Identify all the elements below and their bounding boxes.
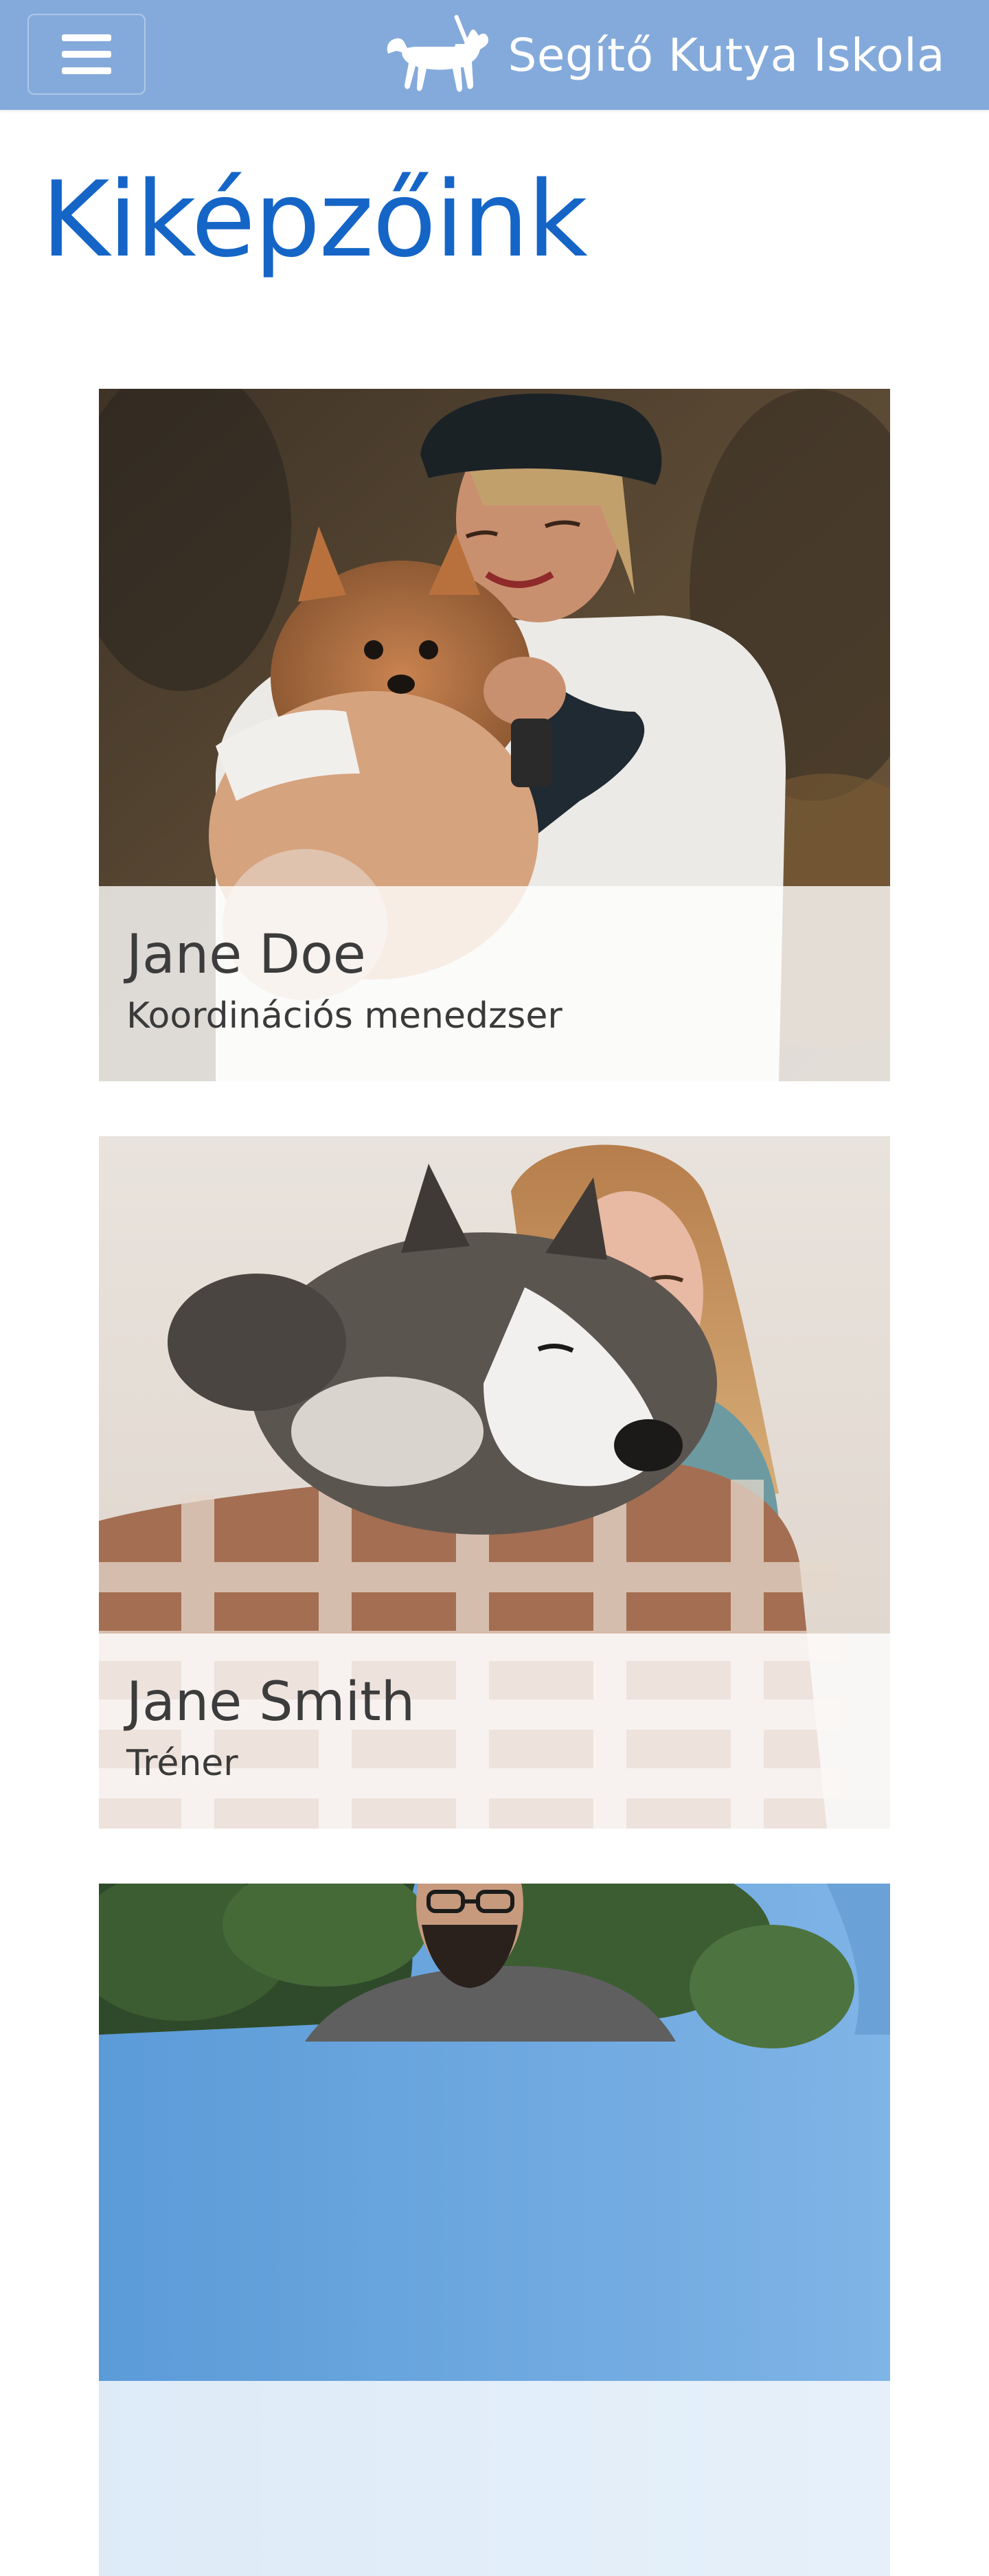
trainer-name: Jane Smith [126, 1671, 416, 1733]
trainer-card[interactable] [99, 1884, 890, 2576]
trainer-name: Jane Doe [126, 924, 366, 986]
brand-link[interactable]: Segítő Kutya Iskola [384, 12, 945, 98]
trainer-caption [99, 2381, 890, 2576]
hamburger-icon [62, 34, 111, 74]
navbar: Segítő Kutya Iskola [0, 0, 989, 110]
trainer-card[interactable]: Jane Doe Koordinációs menedzser [99, 389, 890, 1081]
guide-dog-icon [384, 12, 494, 98]
menu-toggle-button[interactable] [27, 14, 146, 95]
trainer-role: Tréner [126, 1743, 238, 1784]
trainer-caption: Jane Doe Koordinációs menedzser [99, 886, 890, 1081]
page-title: Kiképzőink [41, 159, 588, 280]
trainer-caption: Jane Smith Tréner [99, 1634, 890, 1829]
brand-name: Segítő Kutya Iskola [508, 28, 945, 82]
trainer-role: Koordinációs menedzser [126, 995, 562, 1037]
trainer-card[interactable]: Jane Smith Tréner [99, 1136, 890, 1829]
